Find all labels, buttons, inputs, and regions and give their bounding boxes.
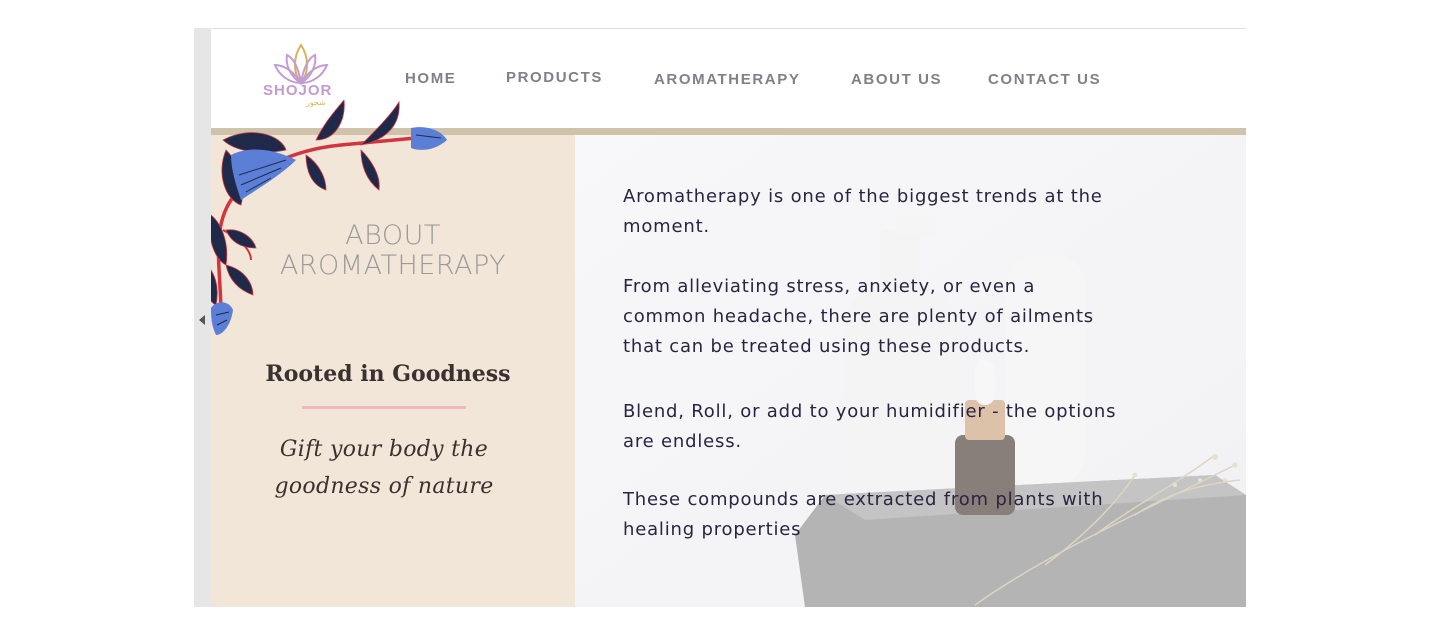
nav-about-us[interactable]: ABOUT US bbox=[851, 71, 942, 88]
nav-contact-us[interactable]: CONTACT US bbox=[988, 71, 1101, 88]
brand-name: SHOJOR bbox=[263, 82, 333, 99]
nav-home[interactable]: HOME bbox=[405, 70, 456, 87]
panel-tagline: Gift your body the goodness of nature bbox=[211, 431, 557, 505]
nav-aromatherapy[interactable]: AROMATHERAPY bbox=[654, 71, 800, 88]
nav-products[interactable]: PRODUCTS bbox=[506, 69, 603, 86]
accent-divider bbox=[302, 406, 466, 409]
usage-paragraph: Blend, Roll, or add to your humidifier -… bbox=[623, 401, 1117, 452]
tagline-line1: Gift your body the bbox=[279, 437, 489, 462]
floral-vine-icon bbox=[211, 100, 447, 335]
intro-paragraph: Aromatherapy is one of the biggest trend… bbox=[623, 186, 1103, 237]
tagline-line2: goodness of nature bbox=[274, 474, 494, 499]
content-area: Aromatherapy is one of the biggest trend… bbox=[575, 135, 1246, 607]
benefits-paragraph: From alleviating stress, anxiety, or eve… bbox=[623, 276, 1094, 357]
collapse-arrow-icon[interactable] bbox=[199, 315, 205, 325]
origin-paragraph: These compounds are extracted from plant… bbox=[623, 489, 1104, 540]
panel-heading: Rooted in Goodness bbox=[265, 361, 511, 387]
